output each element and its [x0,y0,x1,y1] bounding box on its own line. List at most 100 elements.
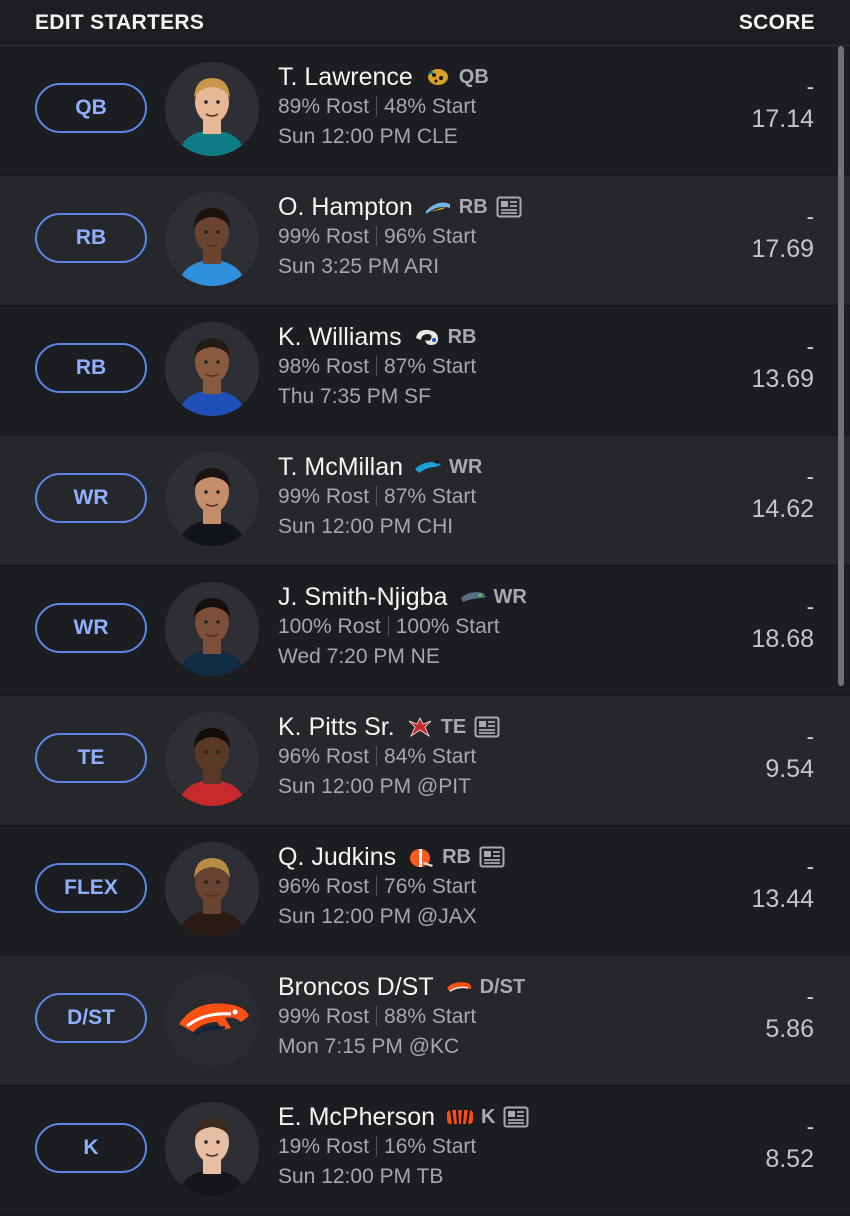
projected-score: 17.69 [751,235,814,263]
divider [376,1136,378,1156]
started-pct: 84% Start [384,745,477,768]
player-info: Q. Judkins RB 96% Rost 76% Start Sun 12:0… [278,842,710,932]
actual-score: - [806,984,814,1009]
player-avatar[interactable] [165,582,259,676]
bengals-logo-icon [445,1106,475,1128]
player-name[interactable]: E. McPherson [278,1103,435,1132]
player-row[interactable]: TE K. Pitts Sr. TE 96% Rost 84% Start Sun… [0,696,850,826]
actual-score: - [806,724,814,749]
panthers-logo-icon [413,456,443,478]
divider [376,1006,378,1026]
score-column-header: SCORE [738,10,815,34]
slot-button[interactable]: WR [35,603,147,653]
player-row[interactable]: WR T. McMillan WR 99% Rost 87% Start Sun … [0,436,850,566]
jaguars-logo-icon [423,66,453,88]
chargers-logo-icon [423,196,453,218]
rostered-pct: 100% Rost [278,615,381,638]
score-cell: - 17.69 [751,202,814,266]
slot-button[interactable]: WR [35,473,147,523]
ownership-line: 99% Rost 87% Start [278,482,710,512]
slot-button[interactable]: QB [35,83,147,133]
projected-score: 18.68 [751,625,814,653]
news-icon[interactable] [496,196,522,218]
player-avatar[interactable] [165,62,259,156]
player-position: TE [440,715,467,738]
game-info: Sun 12:00 PM @PIT [278,775,471,798]
divider [387,616,389,636]
player-info: J. Smith-Njigba WR 100% Rost 100% Start W… [278,582,710,672]
news-icon[interactable] [479,846,505,868]
projected-score: 5.86 [765,1015,814,1043]
actual-score: - [806,594,814,619]
actual-score: - [806,334,814,359]
player-name[interactable]: K. Williams [278,323,402,352]
ownership-line: 100% Rost 100% Start [278,612,710,642]
divider [376,746,378,766]
actual-score: - [806,204,814,229]
player-info: Broncos D/ST D/ST 99% Rost 88% Start Mon … [278,972,710,1062]
player-avatar[interactable] [165,972,259,1066]
ownership-line: 98% Rost 87% Start [278,352,710,382]
game-info: Thu 7:35 PM SF [278,385,431,408]
player-position: RB [447,325,477,348]
player-row[interactable]: WR J. Smith-Njigba WR 100% Rost 100% Star… [0,566,850,696]
player-avatar[interactable] [165,712,259,806]
player-row[interactable]: K E. McPherson K 19% Rost 16% Start Sun 1… [0,1086,850,1216]
rostered-pct: 96% Rost [278,875,370,898]
rams-logo-icon [412,326,442,348]
started-pct: 87% Start [384,485,477,508]
divider [376,96,378,116]
player-position: WR [493,585,527,608]
player-row[interactable]: QB T. Lawrence QB 89% Rost 48% Start Sun … [0,46,850,176]
game-info: Mon 7:15 PM @KC [278,1035,460,1058]
player-avatar[interactable] [165,452,259,546]
player-name[interactable]: T. McMillan [278,453,403,482]
score-cell: - 5.86 [765,982,814,1046]
player-name[interactable]: K. Pitts Sr. [278,713,395,742]
slot-button[interactable]: TE [35,733,147,783]
player-name[interactable]: J. Smith-Njigba [278,583,448,612]
player-name[interactable]: O. Hampton [278,193,413,222]
player-info: E. McPherson K 19% Rost 16% Start Sun 12:… [278,1102,710,1192]
player-avatar[interactable] [165,192,259,286]
player-row[interactable]: RB K. Williams RB 98% Rost 87% Start Thu … [0,306,850,436]
player-info: K. Pitts Sr. TE 96% Rost 84% Start Sun 12… [278,712,710,802]
news-icon[interactable] [503,1106,529,1128]
player-name[interactable]: Broncos D/ST [278,973,434,1002]
rostered-pct: 96% Rost [278,745,370,768]
divider [376,356,378,376]
score-cell: - 18.68 [751,592,814,656]
starters-list: QB T. Lawrence QB 89% Rost 48% Start Sun … [0,46,850,1216]
rostered-pct: 99% Rost [278,225,370,248]
news-icon[interactable] [474,716,500,738]
slot-button[interactable]: FLEX [35,863,147,913]
actual-score: - [806,1114,814,1139]
page-title: EDIT STARTERS [35,10,205,34]
divider [376,486,378,506]
player-name[interactable]: Q. Judkins [278,843,396,872]
player-position: WR [449,455,483,478]
player-info: K. Williams RB 98% Rost 87% Start Thu 7:3… [278,322,710,412]
ownership-line: 96% Rost 84% Start [278,742,710,772]
actual-score: - [806,74,814,99]
slot-button[interactable]: K [35,1123,147,1173]
player-row[interactable]: RB O. Hampton RB 99% Rost 96% Start Sun 3… [0,176,850,306]
player-avatar[interactable] [165,322,259,416]
player-name[interactable]: T. Lawrence [278,63,413,92]
player-position: D/ST [479,975,526,998]
started-pct: 88% Start [384,1005,477,1028]
player-avatar[interactable] [165,1102,259,1196]
started-pct: 76% Start [384,875,477,898]
header-bar: EDIT STARTERS SCORE [0,0,850,46]
score-cell: - 9.54 [765,722,814,786]
player-row[interactable]: D/ST Broncos D/ST D/ST 99% Rost 88% Start… [0,956,850,1086]
slot-button[interactable]: D/ST [35,993,147,1043]
player-avatar[interactable] [165,842,259,936]
player-row[interactable]: FLEX Q. Judkins RB 96% Rost 76% Start Sun… [0,826,850,956]
game-info: Sun 3:25 PM ARI [278,255,440,278]
slot-button[interactable]: RB [35,213,147,263]
ownership-line: 99% Rost 88% Start [278,1002,710,1032]
player-info: T. McMillan WR 99% Rost 87% Start Sun 12:… [278,452,710,542]
scrollbar[interactable] [838,46,844,686]
slot-button[interactable]: RB [35,343,147,393]
